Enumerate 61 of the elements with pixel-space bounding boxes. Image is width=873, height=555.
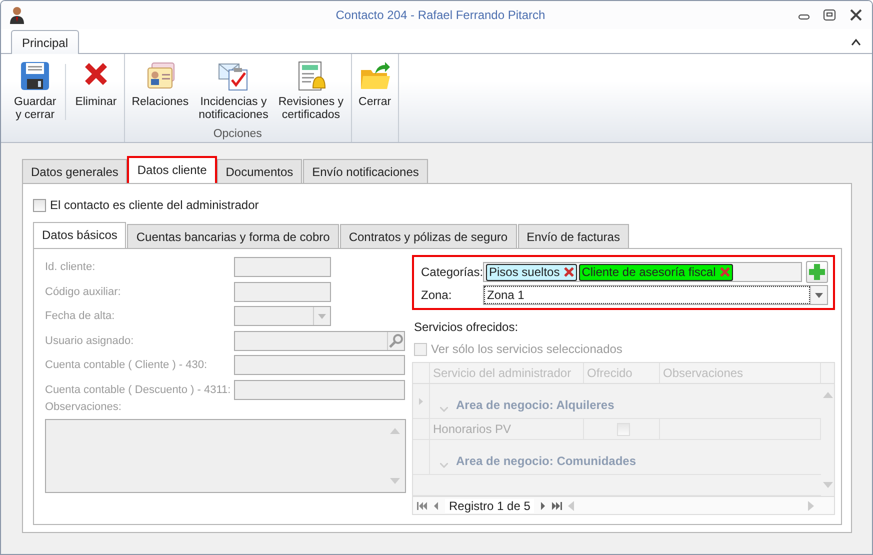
maximize-icon[interactable] bbox=[822, 8, 838, 22]
tab[interactable]: Envío notificaciones bbox=[303, 159, 428, 183]
add-button[interactable] bbox=[806, 261, 828, 283]
scroll-right-icon bbox=[808, 500, 814, 510]
window-title: Contacto 204 - Rafael Ferrando Pitarch bbox=[334, 8, 546, 22]
dropdown-arrow-icon bbox=[318, 314, 326, 319]
checkbox-label: El contacto es cliente del administrador bbox=[50, 198, 259, 212]
remove-icon[interactable] bbox=[720, 267, 730, 277]
previous-icon[interactable] bbox=[433, 502, 439, 510]
ribbon-button[interactable]: Guardar y cerrar bbox=[11, 54, 60, 142]
folder-arrow-icon bbox=[358, 60, 391, 92]
tab[interactable]: Datos básicos bbox=[33, 222, 126, 249]
tab[interactable]: Envío de facturas bbox=[518, 224, 629, 248]
field-label: Zona: bbox=[421, 288, 453, 302]
expand-chevron-icon bbox=[440, 463, 448, 468]
field-label: Id. cliente: bbox=[45, 261, 96, 274]
last-record-icon[interactable] bbox=[552, 502, 562, 510]
group-label: Opciones bbox=[212, 128, 263, 142]
checkbox-label: Ver sólo los servicios seleccionados bbox=[431, 342, 622, 356]
ribbon-button[interactable]: Revisiones y certificados bbox=[275, 54, 347, 128]
ribbon-button[interactable]: Eliminar bbox=[72, 54, 120, 142]
first-record-icon[interactable] bbox=[417, 502, 427, 510]
person-icon bbox=[9, 6, 25, 24]
row-indicator-icon bbox=[419, 398, 423, 404]
field-label: Código auxiliar: bbox=[45, 286, 122, 298]
field-label: Observaciones: bbox=[45, 401, 122, 415]
field-label: Cuenta contable ( Cliente ) - 430: bbox=[45, 359, 208, 372]
scroll-up-icon bbox=[822, 392, 832, 398]
section-label: Servicios ofrecidos: bbox=[413, 320, 520, 336]
tag-field[interactable]: Pisos sueltos Cliente de asesoría fiscal bbox=[483, 262, 802, 282]
close-icon[interactable] bbox=[848, 8, 864, 22]
ribbon-button[interactable]: Incidencias y notificaciones bbox=[196, 54, 272, 128]
tab[interactable]: Datos cliente bbox=[128, 157, 216, 184]
ribbon-button[interactable]: Cerrar bbox=[356, 54, 394, 142]
remove-icon[interactable] bbox=[564, 267, 574, 277]
zone-dropdown[interactable]: Zona 1 bbox=[483, 285, 828, 305]
checkbox[interactable] bbox=[33, 198, 46, 212]
tab[interactable]: Cuentas bancarias y forma de cobro bbox=[127, 224, 339, 248]
category-tag[interactable]: Cliente de asesoría fiscal bbox=[578, 264, 733, 280]
category-tag[interactable]: Pisos sueltos bbox=[486, 264, 577, 280]
scroll-down-icon bbox=[390, 478, 400, 484]
tab[interactable]: Datos generales bbox=[22, 159, 128, 183]
search-icon bbox=[389, 334, 403, 348]
tab[interactable]: Contratos y pólizas de seguro bbox=[340, 224, 517, 248]
dropdown-arrow-icon bbox=[815, 292, 823, 298]
table-cell: Honorarios PV bbox=[430, 419, 584, 439]
field-label: Usuario asignado: bbox=[45, 334, 135, 347]
ribbon-tab[interactable]: Principal bbox=[11, 30, 80, 54]
notes-field[interactable] bbox=[45, 419, 406, 493]
ribbon-button[interactable]: Relaciones bbox=[128, 54, 192, 128]
plus-icon bbox=[809, 264, 825, 280]
field-label: Fecha de alta: bbox=[45, 310, 116, 322]
expand-chevron-icon bbox=[440, 407, 448, 412]
record-counter: Registro 1 de 5 bbox=[445, 498, 534, 512]
tab[interactable]: Documentos bbox=[216, 159, 302, 183]
scroll-left-icon bbox=[568, 500, 574, 510]
scroll-up-icon bbox=[390, 428, 400, 434]
scroll-down-icon bbox=[822, 482, 832, 488]
next-icon[interactable] bbox=[540, 502, 546, 510]
collapse-caret-icon[interactable] bbox=[850, 37, 862, 47]
field-label: Cuenta contable ( Descuento ) - 4311: bbox=[45, 384, 232, 396]
